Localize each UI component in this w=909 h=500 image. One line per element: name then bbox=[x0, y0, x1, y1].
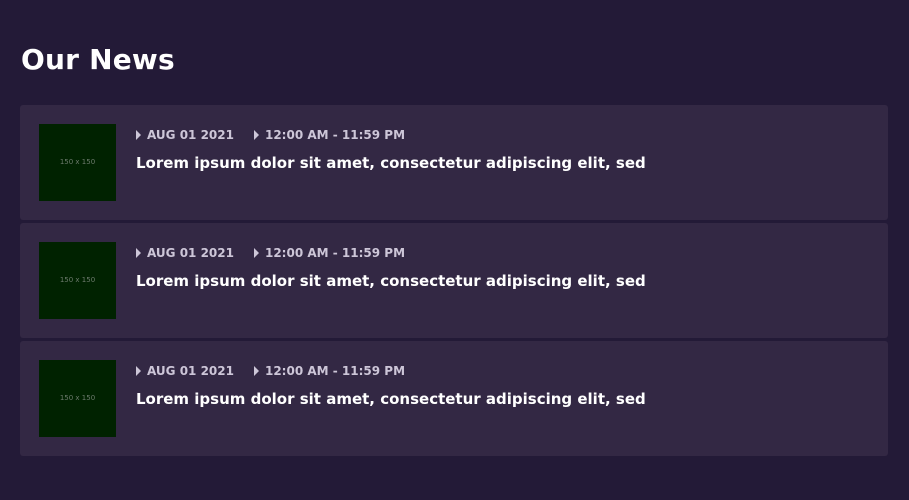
news-card[interactable]: 150 x 150 AUG 01 2021 12:00 AM - 11:59 P… bbox=[20, 341, 888, 456]
news-time: 12:00 AM - 11:59 PM bbox=[253, 363, 406, 379]
news-date: AUG 01 2021 bbox=[136, 363, 234, 379]
time-label: 12:00 AM - 11:59 PM bbox=[264, 128, 406, 142]
thumbnail-label: 150 x 150 bbox=[59, 394, 96, 402]
news-card[interactable]: 150 x 150 AUG 01 2021 12:00 AM - 11:59 P… bbox=[20, 105, 888, 220]
news-date: AUG 01 2021 bbox=[136, 245, 234, 261]
news-headline-link[interactable]: Lorem ipsum dolor sit amet, consectetur … bbox=[136, 271, 646, 291]
caret-right-icon bbox=[253, 130, 259, 140]
caret-right-icon bbox=[136, 248, 141, 258]
date-label: AUG 01 2021 bbox=[147, 246, 234, 260]
news-card[interactable]: 150 x 150 AUG 01 2021 12:00 AM - 11:59 P… bbox=[20, 223, 888, 338]
news-thumbnail[interactable]: 150 x 150 bbox=[39, 242, 116, 319]
date-label: AUG 01 2021 bbox=[147, 128, 234, 142]
news-meta: AUG 01 2021 12:00 AM - 11:59 PM bbox=[136, 127, 405, 143]
news-meta: AUG 01 2021 12:00 AM - 11:59 PM bbox=[136, 363, 405, 379]
news-meta: AUG 01 2021 12:00 AM - 11:59 PM bbox=[136, 245, 405, 261]
time-label: 12:00 AM - 11:59 PM bbox=[264, 246, 406, 260]
news-page: Our News 150 x 150 AUG 01 2021 12:00 AM … bbox=[0, 0, 909, 500]
news-headline-link[interactable]: Lorem ipsum dolor sit amet, consectetur … bbox=[136, 153, 646, 173]
news-time: 12:00 AM - 11:59 PM bbox=[253, 127, 406, 143]
caret-right-icon bbox=[136, 130, 141, 140]
time-label: 12:00 AM - 11:59 PM bbox=[264, 364, 406, 378]
thumbnail-label: 150 x 150 bbox=[59, 276, 96, 284]
news-headline-link[interactable]: Lorem ipsum dolor sit amet, consectetur … bbox=[136, 389, 646, 409]
page-title: Our News bbox=[21, 43, 175, 76]
news-date: AUG 01 2021 bbox=[136, 127, 234, 143]
news-thumbnail[interactable]: 150 x 150 bbox=[39, 124, 116, 201]
thumbnail-label: 150 x 150 bbox=[59, 158, 96, 166]
news-list: 150 x 150 AUG 01 2021 12:00 AM - 11:59 P… bbox=[20, 105, 888, 459]
news-thumbnail[interactable]: 150 x 150 bbox=[39, 360, 116, 437]
caret-right-icon bbox=[253, 366, 259, 376]
caret-right-icon bbox=[136, 366, 141, 376]
caret-right-icon bbox=[253, 248, 259, 258]
date-label: AUG 01 2021 bbox=[147, 364, 234, 378]
news-time: 12:00 AM - 11:59 PM bbox=[253, 245, 406, 261]
